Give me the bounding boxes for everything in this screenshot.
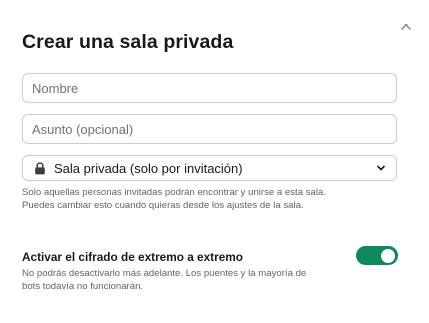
toggle-knob xyxy=(381,248,395,263)
room-name-field[interactable] xyxy=(22,73,397,103)
room-visibility-value: Sala privada (solo por invitación) xyxy=(54,160,243,176)
room-name-input[interactable] xyxy=(23,74,396,102)
close-button[interactable] xyxy=(394,24,418,42)
create-room-dialog: Crear una sala privada Sala privada (sol… xyxy=(0,0,429,323)
visibility-help-text: Solo aquellas personas invitadas podrán … xyxy=(22,187,326,211)
dialog-title: Crear una sala privada xyxy=(22,31,234,53)
close-icon xyxy=(399,24,413,32)
encryption-toggle[interactable] xyxy=(356,246,398,265)
lock-icon xyxy=(33,161,47,175)
encryption-label: Activar el cifrado de extremo a extremo xyxy=(22,250,243,264)
encryption-help-text: No podrás desactivarlo más adelante. Los… xyxy=(22,268,307,292)
chevron-down-icon xyxy=(375,162,387,174)
room-topic-field[interactable] xyxy=(22,114,397,144)
room-topic-input[interactable] xyxy=(23,115,396,143)
room-visibility-dropdown[interactable]: Sala privada (solo por invitación) xyxy=(22,155,397,181)
